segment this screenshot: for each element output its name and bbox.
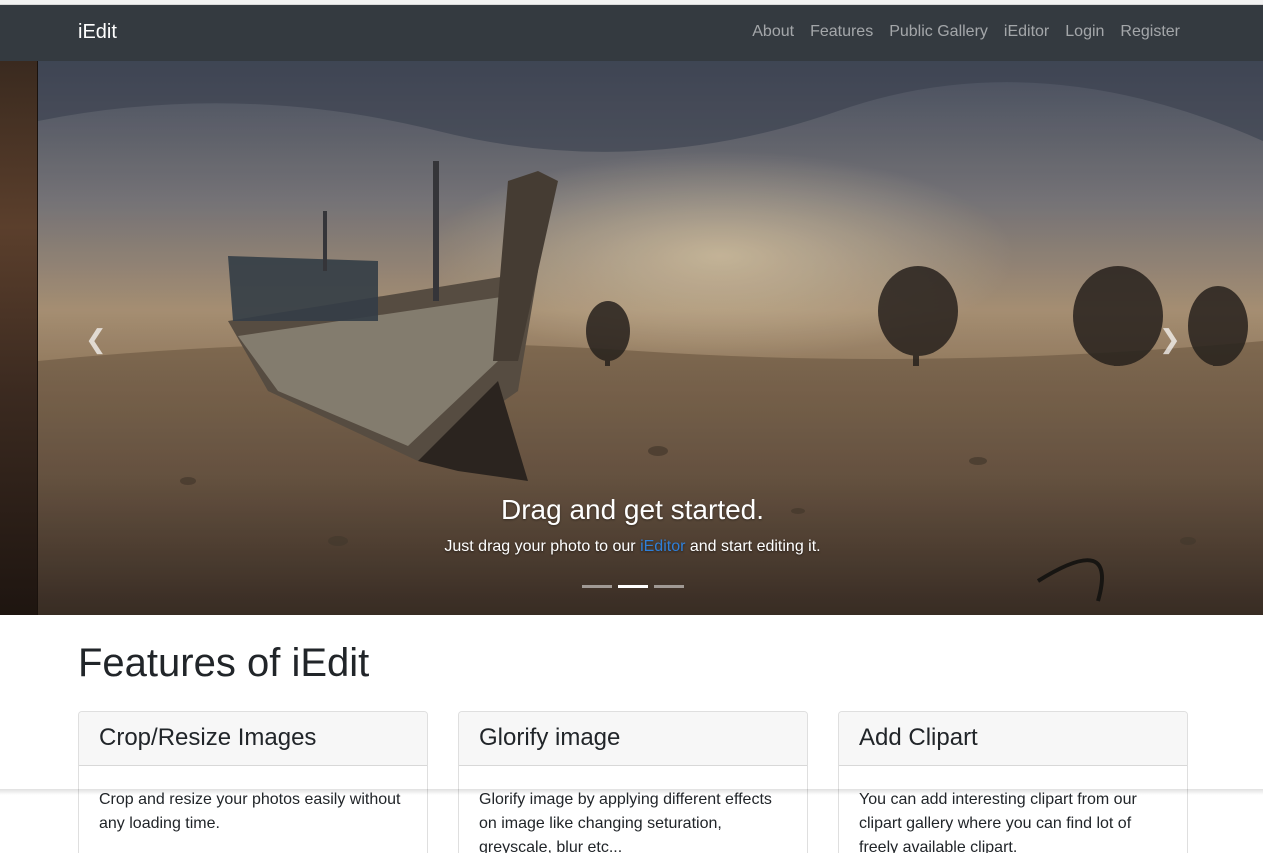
carousel-indicator-1[interactable] [582, 585, 612, 588]
carousel-next-button[interactable]: ❯ [1159, 324, 1181, 354]
nav-about[interactable]: About [752, 23, 794, 41]
caption-text-before: Just drag your photo to our [444, 538, 641, 555]
hero-carousel: ❮ ❯ Drag and get started. Just drag your… [0, 61, 1263, 615]
nav-ieditor[interactable]: iEditor [1004, 23, 1049, 41]
nav-links: About Features Public Gallery iEditor Lo… [752, 23, 1180, 41]
caption-text: Just drag your photo to our iEditor and … [0, 538, 1263, 556]
card-text: Glorify image by applying different effe… [479, 791, 772, 853]
nav-public-gallery[interactable]: Public Gallery [889, 23, 988, 41]
carousel-caption: Drag and get started. Just drag your pho… [0, 494, 1263, 556]
carousel-indicator-2[interactable] [618, 585, 648, 588]
feature-card-clipart: Add Clipart You can add interesting clip… [838, 711, 1188, 853]
carousel-indicator-3[interactable] [654, 585, 684, 588]
card-title: Crop/Resize Images [79, 712, 427, 766]
feature-card-crop-resize: Crop/Resize Images Crop and resize your … [78, 711, 428, 853]
features-heading: Features of iEdit [78, 641, 370, 685]
top-navbar: iEdit About Features Public Gallery iEdi… [0, 5, 1263, 61]
nav-features[interactable]: Features [810, 23, 873, 41]
card-text: Crop and resize your photos easily witho… [99, 791, 401, 832]
card-text: You can add interesting clipart from our… [859, 791, 1137, 853]
card-title: Glorify image [459, 712, 807, 766]
caption-text-after: and start editing it. [685, 538, 821, 555]
chevron-right-icon: ❯ [1159, 324, 1181, 354]
carousel-indicators [582, 585, 684, 588]
caption-ieditor-link[interactable]: iEditor [640, 538, 685, 555]
brand-logo-link[interactable]: iEdit [78, 21, 117, 44]
viewport-fold-shadow [0, 789, 1263, 795]
card-title: Add Clipart [839, 712, 1187, 766]
chevron-left-icon: ❮ [85, 324, 107, 354]
caption-title: Drag and get started. [500, 494, 765, 525]
feature-card-glorify: Glorify image Glorify image by applying … [458, 711, 808, 853]
nav-login[interactable]: Login [1065, 23, 1104, 41]
carousel-prev-button[interactable]: ❮ [85, 324, 107, 354]
nav-register[interactable]: Register [1120, 23, 1180, 41]
